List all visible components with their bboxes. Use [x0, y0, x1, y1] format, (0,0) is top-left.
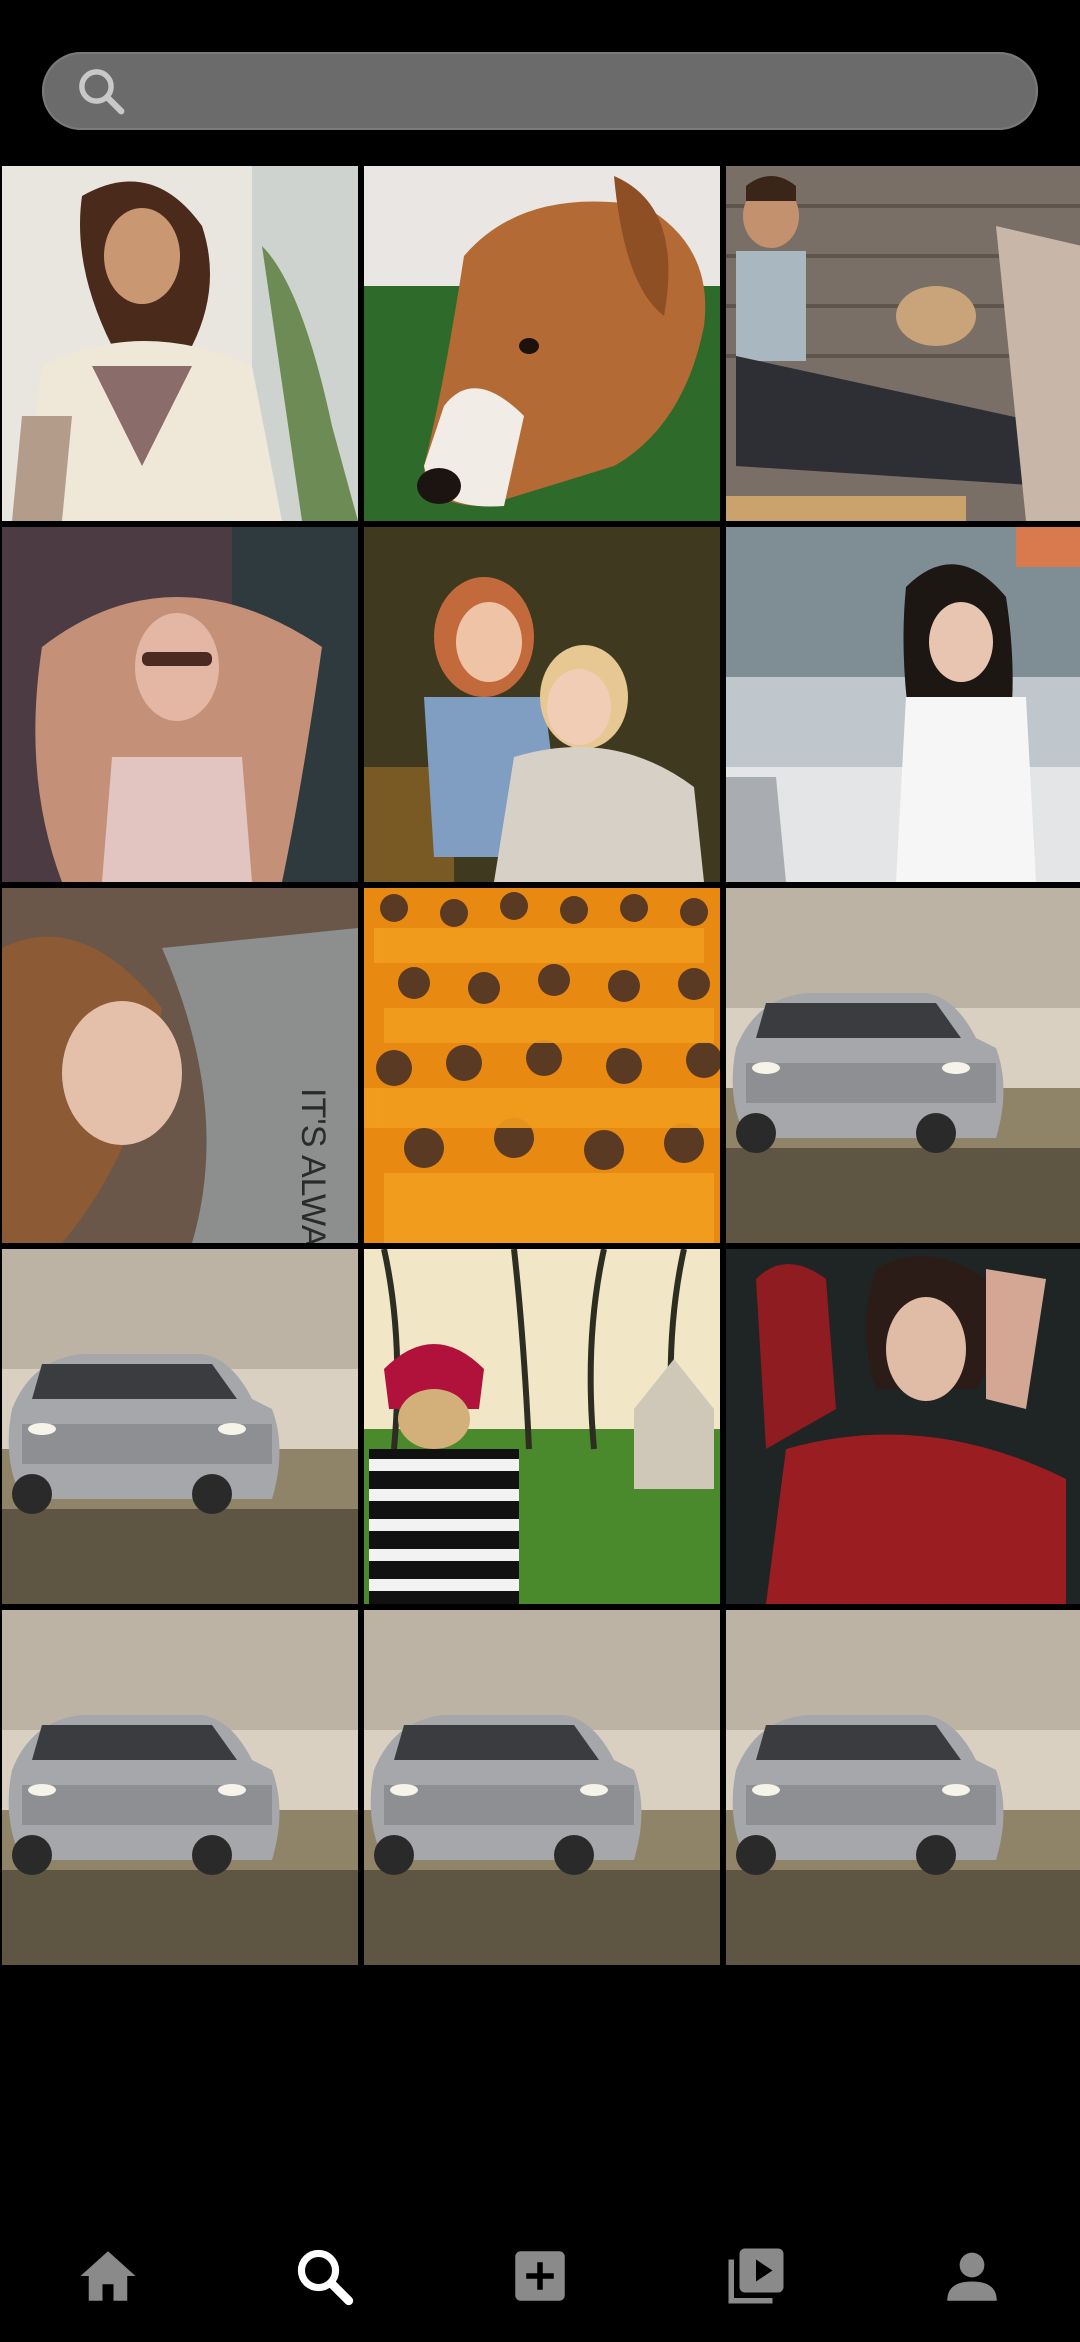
nav-home[interactable]: [60, 2228, 156, 2324]
search-icon: [297, 2249, 354, 2306]
photo-tile[interactable]: [364, 166, 720, 521]
photo-tile[interactable]: [726, 1249, 1080, 1604]
photo-tile[interactable]: [2, 527, 358, 882]
svg-text:IT'S ALWAYS: IT'S ALWAYS: [294, 1088, 332, 1243]
photo-grid: IT'S ALWAYS: [0, 166, 1080, 1965]
photo-tile[interactable]: [726, 166, 1080, 521]
nav-search[interactable]: [276, 2228, 372, 2324]
photo-tile[interactable]: IT'S ALWAYS: [2, 888, 358, 1243]
search-bar[interactable]: [42, 52, 1038, 130]
search-icon: [79, 69, 125, 115]
photo-tile[interactable]: [364, 1610, 720, 1965]
home-icon: [80, 2251, 136, 2301]
search-input[interactable]: [142, 60, 1038, 122]
photo-tile[interactable]: [2, 1249, 358, 1604]
photo-tile[interactable]: [726, 527, 1080, 882]
photo-tile[interactable]: [364, 888, 720, 1243]
photo-tile[interactable]: [2, 1610, 358, 1965]
bottom-navigation: [0, 2210, 1080, 2342]
photo-tile[interactable]: [2, 166, 358, 521]
photo-tile[interactable]: [726, 1610, 1080, 1965]
add-box-icon: [515, 2251, 565, 2301]
photo-tile[interactable]: [726, 888, 1080, 1243]
profile-icon: [947, 2252, 997, 2301]
nav-profile[interactable]: [924, 2228, 1020, 2324]
nav-videos[interactable]: [708, 2228, 804, 2324]
photo-tile[interactable]: [364, 527, 720, 882]
nav-add[interactable]: [492, 2228, 588, 2324]
photo-tile[interactable]: [364, 1249, 720, 1604]
video-library-icon: [728, 2248, 784, 2304]
